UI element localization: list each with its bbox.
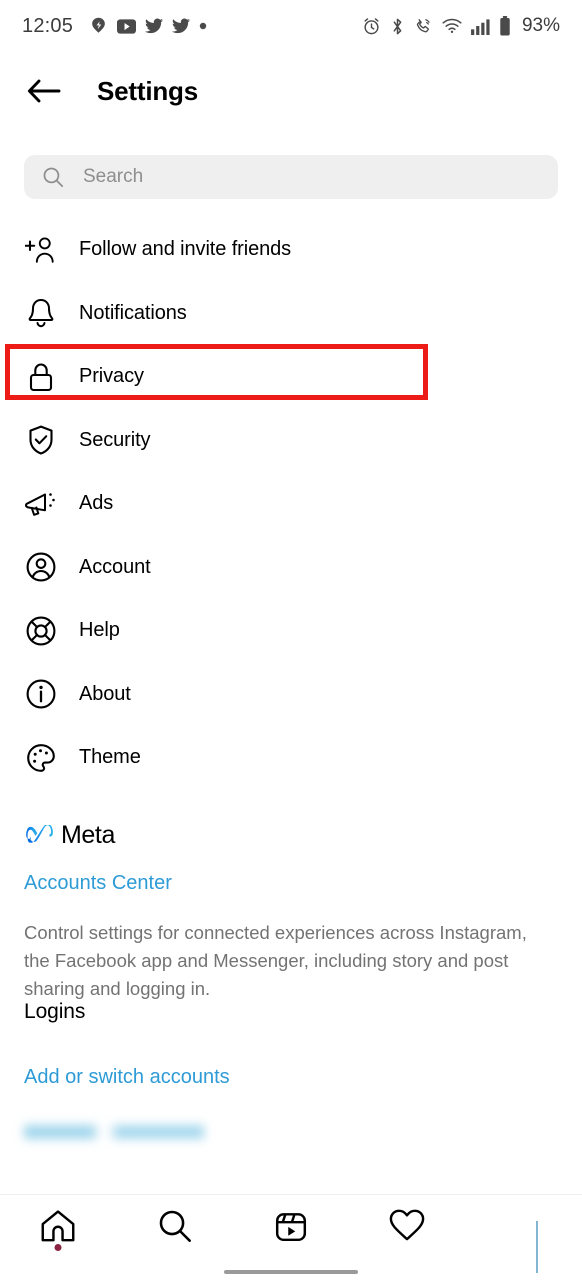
- search-icon: [43, 167, 64, 188]
- battery-percent: 93%: [521, 15, 560, 36]
- menu-item-privacy[interactable]: Privacy: [0, 345, 582, 409]
- info-circle-icon: [24, 677, 58, 711]
- search-input[interactable]: Search: [24, 155, 558, 199]
- wifi-icon: [442, 18, 462, 33]
- menu-item-label: Help: [79, 619, 120, 642]
- meta-description: Control settings for connected experienc…: [24, 922, 527, 999]
- battery-icon: [500, 16, 510, 36]
- back-arrow-icon: [27, 79, 61, 103]
- redacted-logout-link[interactable]: [24, 1125, 204, 1139]
- menu-item-theme[interactable]: Theme: [0, 726, 582, 790]
- app-header: Settings: [0, 52, 582, 130]
- lock-icon: [24, 360, 58, 394]
- menu-item-label: Account: [79, 555, 151, 578]
- menu-item-notifications[interactable]: Notifications: [0, 282, 582, 346]
- twitter-icon: [145, 18, 164, 34]
- status-system-icons: 93%: [362, 15, 560, 37]
- status-time: 12:05: [22, 14, 74, 37]
- reels-icon: [275, 1213, 307, 1242]
- nav-item-home[interactable]: [0, 1209, 116, 1251]
- menu-item-account[interactable]: Account: [0, 536, 582, 600]
- menu-item-label: Ads: [79, 492, 114, 515]
- menu-item-security[interactable]: Security: [0, 409, 582, 473]
- megaphone-icon: [24, 487, 58, 521]
- screenshot-watermark: [568, 1189, 570, 1195]
- heart-icon: [390, 1209, 425, 1241]
- home-icon: [41, 1210, 75, 1242]
- status-bar: 12:05 93%: [0, 0, 582, 52]
- meta-brand-label: Meta: [61, 820, 115, 849]
- menu-item-label: Follow and invite friends: [79, 238, 292, 261]
- search-placeholder: Search: [83, 166, 144, 187]
- meta-brand-row: Meta: [24, 818, 558, 852]
- status-notification-icons: [89, 17, 207, 36]
- twitter-icon: [172, 18, 191, 34]
- person-circle-icon: [24, 550, 58, 584]
- menu-item-about[interactable]: About: [0, 663, 582, 727]
- menu-item-label: Privacy: [79, 365, 144, 388]
- home-notification-badge: [54, 1244, 62, 1251]
- nav-item-reels[interactable]: [233, 1209, 349, 1243]
- youtube-icon: [117, 18, 137, 34]
- menu-item-label: Theme: [79, 746, 141, 769]
- page-title: Settings: [97, 75, 198, 106]
- shield-check-icon: [24, 423, 58, 457]
- menu-item-ads[interactable]: Ads: [0, 472, 582, 536]
- menu-item-label: About: [79, 682, 131, 705]
- menu-item-label: Notifications: [79, 301, 187, 324]
- profile-avatar-icon: [536, 1221, 539, 1273]
- lifebuoy-icon: [24, 614, 58, 648]
- phone-screen: 12:05 93% Settings Search Follow and inv…: [0, 0, 582, 1286]
- menu-item-label: Security: [79, 428, 151, 451]
- palette-icon: [24, 741, 58, 775]
- settings-menu-list: Follow and invite friends Notifications …: [0, 218, 582, 790]
- dot-icon: [199, 22, 207, 30]
- back-button[interactable]: [24, 71, 64, 111]
- add-or-switch-accounts-link[interactable]: Add or switch accounts: [24, 1066, 558, 1089]
- menu-item-help[interactable]: Help: [0, 599, 582, 663]
- meta-infinity-icon: [26, 824, 53, 843]
- alarm-icon: [364, 17, 379, 34]
- app-notification-icon: [92, 17, 105, 33]
- call-icon: [416, 18, 430, 32]
- accounts-center-link[interactable]: Accounts Center: [24, 872, 558, 895]
- nav-item-search[interactable]: [116, 1209, 232, 1243]
- bottom-navigation-bar: [0, 1194, 582, 1286]
- menu-item-follow-and-invite-friends[interactable]: Follow and invite friends: [0, 218, 582, 282]
- bluetooth-icon: [393, 18, 402, 34]
- person-add-icon: [24, 233, 58, 267]
- logins-heading: Logins: [24, 1000, 86, 1023]
- search-icon: [159, 1210, 191, 1242]
- logins-section: Logins Add or switch accounts: [24, 1000, 558, 1139]
- nav-item-activity[interactable]: [349, 1209, 465, 1242]
- signal-icon: [471, 18, 490, 35]
- bell-icon: [24, 296, 58, 330]
- meta-section: Meta Accounts Center Control settings fo…: [24, 818, 558, 1003]
- home-gesture-indicator: [224, 1270, 358, 1274]
